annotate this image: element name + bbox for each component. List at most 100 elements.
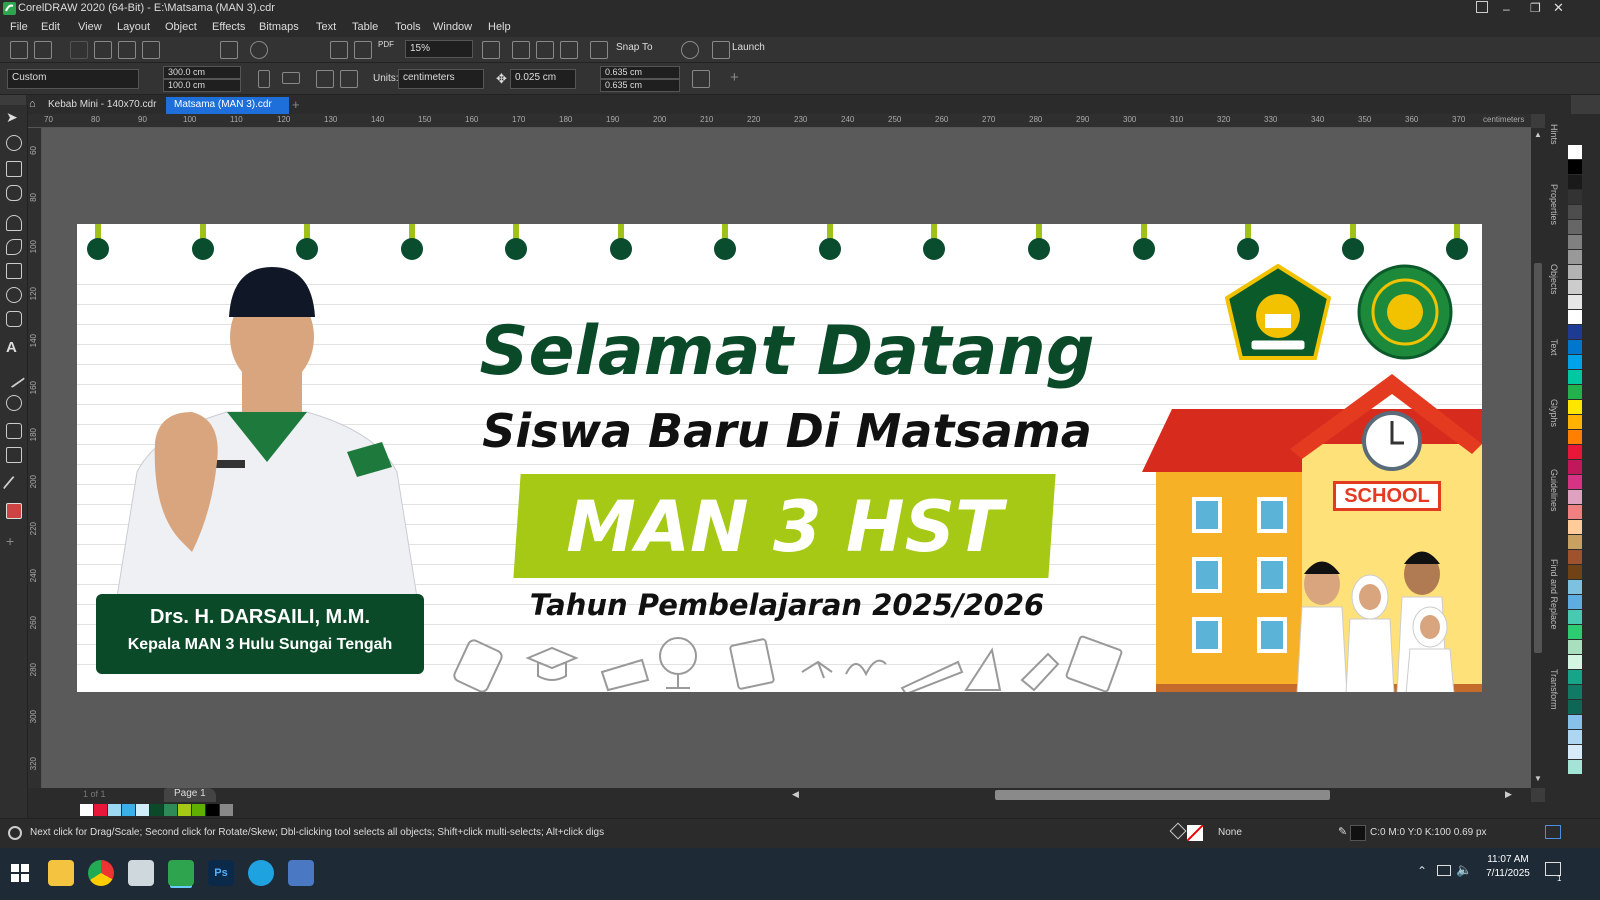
document-palette-swatch[interactable] [94, 804, 107, 816]
duplicate-x-field[interactable]: 0.635 cm [600, 66, 680, 79]
no-fill-swatch[interactable] [1187, 825, 1203, 841]
menu-table[interactable]: Table [352, 21, 378, 33]
drawing-canvas[interactable]: Drs. H. DARSAILI, M.M. Kepala MAN 3 Hulu… [42, 128, 1531, 788]
scroll-left-icon[interactable]: ◀ [792, 789, 799, 800]
docker-transform[interactable]: Transform [1549, 669, 1559, 710]
menu-view[interactable]: View [78, 21, 102, 33]
interactive-fill-tool-icon[interactable] [6, 503, 22, 519]
pick-tool-icon[interactable]: ➤ [6, 109, 22, 125]
document-palette-swatch[interactable] [150, 804, 163, 816]
full-screen-preview-icon[interactable] [482, 41, 500, 59]
document-palette-swatch[interactable] [206, 804, 219, 816]
welcome-banner[interactable]: Drs. H. DARSAILI, M.M. Kepala MAN 3 Hulu… [77, 224, 1482, 692]
menu-text[interactable]: Text [316, 21, 336, 33]
document-palette-swatch[interactable] [192, 804, 205, 816]
menu-file[interactable]: File [10, 21, 28, 33]
scroll-right-icon[interactable]: ▶ [1505, 789, 1512, 800]
palette-swatch[interactable] [1568, 325, 1582, 339]
menu-object[interactable]: Object [165, 21, 197, 33]
palette-swatch[interactable] [1568, 355, 1582, 369]
document-palette-swatch[interactable] [178, 804, 191, 816]
palette-swatch[interactable] [1568, 490, 1582, 504]
show-guidelines-icon[interactable] [560, 41, 578, 59]
show-grid-icon[interactable] [536, 41, 554, 59]
palette-swatch[interactable] [1568, 715, 1582, 729]
palette-swatch[interactable] [1568, 670, 1582, 684]
document-palette-swatch[interactable] [122, 804, 135, 816]
document-palette-swatch[interactable] [136, 804, 149, 816]
docker-glyphs[interactable]: Glyphs [1549, 399, 1559, 427]
document-palette-swatch[interactable] [108, 804, 121, 816]
vertical-scroll-thumb[interactable] [1534, 263, 1542, 653]
file-explorer-icon[interactable] [48, 860, 74, 886]
upload-cloud-icon[interactable] [94, 41, 112, 59]
pan-tool-icon[interactable] [6, 185, 22, 201]
minimize-button[interactable]: – [1503, 2, 1510, 16]
download-cloud-icon[interactable] [118, 41, 136, 59]
palette-swatch[interactable] [1568, 625, 1582, 639]
all-pages-icon[interactable] [316, 70, 334, 88]
nudge-distance-field[interactable]: 0.025 cm [510, 69, 576, 89]
palette-swatch[interactable] [1568, 760, 1582, 774]
crop-tool-icon[interactable] [6, 161, 22, 177]
windows-start-icon[interactable] [11, 864, 29, 882]
edge-icon[interactable] [248, 860, 274, 886]
units-dropdown[interactable]: centimeters [398, 69, 484, 89]
palette-swatch[interactable] [1568, 370, 1582, 384]
docker-properties[interactable]: Properties [1549, 184, 1559, 225]
snap-to-label[interactable]: Snap To [616, 42, 653, 53]
palette-swatch[interactable] [1568, 385, 1582, 399]
palette-swatch[interactable] [1568, 175, 1582, 189]
palette-swatch[interactable] [1568, 595, 1582, 609]
import-icon[interactable] [330, 41, 348, 59]
app-icon[interactable] [128, 860, 154, 886]
coreldraw-taskbar-icon[interactable] [168, 860, 194, 886]
settings-gear-icon[interactable] [8, 826, 22, 840]
palette-swatch[interactable] [1568, 745, 1582, 759]
horizontal-ruler[interactable]: 70 80 90 100 110 120 130 140 150 160 170… [28, 114, 1531, 128]
document-palette-swatch[interactable] [164, 804, 177, 816]
palette-swatch[interactable] [1568, 430, 1582, 444]
menu-tools[interactable]: Tools [395, 21, 421, 33]
page-width-field[interactable]: 300.0 cm [163, 66, 241, 79]
paste-icon[interactable] [220, 41, 238, 59]
save-icon[interactable] [70, 41, 88, 59]
palette-swatch[interactable] [1568, 460, 1582, 474]
palette-swatch[interactable] [1568, 160, 1582, 174]
dimension-tool-icon[interactable] [2, 365, 26, 389]
eyedropper-tool-icon[interactable] [2, 475, 26, 499]
palette-swatch[interactable] [1568, 655, 1582, 669]
docker-find-and-replace[interactable]: Find and Replace [1549, 559, 1559, 630]
clock-time[interactable]: 11:07 AM [1478, 854, 1538, 865]
page-tab[interactable]: Page 1 [164, 788, 216, 802]
document-palette-swatch[interactable] [220, 804, 233, 816]
artistic-media-tool-icon[interactable] [6, 239, 22, 255]
palette-swatch[interactable] [1568, 415, 1582, 429]
new-tab-icon[interactable]: + [292, 97, 300, 112]
menu-edit[interactable]: Edit [41, 21, 60, 33]
options-gear-icon[interactable] [681, 41, 699, 59]
scroll-up-icon[interactable]: ▲ [1534, 130, 1542, 139]
page-border-icon[interactable] [692, 70, 710, 88]
palette-swatch[interactable] [1568, 190, 1582, 204]
palette-swatch[interactable] [1568, 520, 1582, 534]
menu-window[interactable]: Window [433, 21, 472, 33]
palette-swatch[interactable] [1568, 295, 1582, 309]
vertical-scrollbar[interactable]: ▲ ▼ [1531, 128, 1545, 788]
palette-swatch[interactable] [1568, 610, 1582, 624]
scroll-down-icon[interactable]: ▼ [1534, 774, 1542, 783]
palette-swatch[interactable] [1568, 400, 1582, 414]
home-icon[interactable]: ⌂ [29, 98, 36, 110]
portrait-icon[interactable] [258, 70, 270, 88]
connector-tool-icon[interactable] [6, 395, 22, 411]
menu-bitmaps[interactable]: Bitmaps [259, 21, 299, 33]
document-palette-swatch[interactable] [80, 804, 93, 816]
show-rulers-icon[interactable] [512, 41, 530, 59]
current-page-icon[interactable] [340, 70, 358, 88]
palette-swatch[interactable] [1568, 640, 1582, 654]
volume-icon[interactable]: 🔈 [1456, 862, 1472, 878]
vertical-ruler[interactable]: 60 80 100 120 140 160 180 200 220 240 26… [28, 128, 42, 788]
horizontal-scrollbar[interactable]: ◀ ▶ [790, 788, 1531, 802]
page-size-dropdown[interactable]: Custom [7, 69, 139, 89]
tab-kebab-mini[interactable]: Kebab Mini - 140x70.cdr [40, 97, 164, 114]
